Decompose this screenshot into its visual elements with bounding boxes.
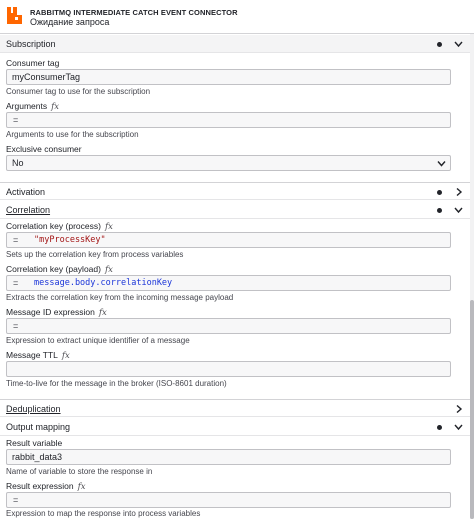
group-title: Subscription — [6, 39, 56, 49]
group-title: Output mapping — [6, 422, 71, 432]
scrollbar-thumb[interactable] — [470, 300, 474, 519]
chevron-down-icon — [437, 161, 446, 167]
chevron-down-icon[interactable] — [454, 206, 463, 214]
consumer-tag-label: Consumer tag — [6, 58, 60, 68]
exclusive-consumer-value: No — [12, 158, 24, 168]
group-title: Activation — [6, 187, 46, 197]
group-correlation-header[interactable]: Correlation — [0, 201, 470, 219]
chevron-down-icon[interactable] — [454, 423, 463, 431]
correlation-key-process-value: "myProcessKey" — [34, 235, 106, 245]
element-type: RABBITMQ INTERMEDIATE CATCH EVENT CONNEC… — [30, 8, 238, 17]
result-expression-input[interactable]: = — [6, 492, 451, 508]
consumer-tag-input[interactable]: myConsumerTag — [6, 69, 451, 85]
message-id-label: Message ID expression fx — [6, 307, 107, 318]
result-expression-label-text: Result expression — [6, 481, 74, 491]
fx-icon[interactable]: fx — [105, 222, 113, 232]
correlation-key-payload-input[interactable]: = message.body.correlationKey — [6, 275, 451, 291]
chevron-down-icon[interactable] — [454, 40, 463, 48]
correlation-key-process-input[interactable]: = "myProcessKey" — [6, 232, 451, 248]
exclusive-consumer-label: Exclusive consumer — [6, 144, 82, 154]
feel-equals-sign: = — [13, 278, 19, 288]
correlation-key-process-label: Correlation key (process) fx — [6, 221, 113, 232]
correlation-key-payload-description: Extracts the correlation key from the in… — [6, 293, 234, 302]
data-indicator-dot — [437, 208, 442, 213]
group-deduplication-header[interactable]: Deduplication — [0, 399, 470, 417]
correlation-key-payload-value: message.body.correlationKey — [34, 278, 173, 288]
message-id-label-text: Message ID expression — [6, 307, 95, 317]
fx-icon[interactable]: fx — [99, 308, 107, 318]
chevron-right-icon[interactable] — [454, 188, 463, 196]
correlation-key-process-description: Sets up the correlation key from process… — [6, 250, 184, 259]
arguments-description: Arguments to use for the subscription — [6, 130, 139, 139]
result-expression-label: Result expression fx — [6, 481, 86, 492]
message-ttl-label: Message TTL fx — [6, 350, 70, 361]
properties-header: RABBITMQ INTERMEDIATE CATCH EVENT CONNEC… — [0, 0, 474, 34]
exclusive-consumer-select[interactable]: No — [6, 155, 451, 171]
fx-icon[interactable]: fx — [51, 102, 59, 112]
fx-icon[interactable]: fx — [62, 351, 70, 361]
data-indicator-dot — [437, 190, 442, 195]
feel-equals-sign: = — [13, 235, 19, 245]
data-indicator-dot — [437, 42, 442, 47]
feel-equals-sign: = — [13, 115, 19, 125]
result-expression-description: Expression to map the response into proc… — [6, 509, 201, 518]
fx-icon[interactable]: fx — [105, 265, 113, 275]
rabbitmq-logo-icon — [7, 7, 22, 24]
group-title: Deduplication — [6, 404, 61, 414]
result-variable-input[interactable]: rabbit_data3 — [6, 449, 451, 465]
message-id-input[interactable]: = — [6, 318, 451, 334]
message-ttl-input[interactable] — [6, 361, 451, 377]
result-variable-value: rabbit_data3 — [12, 452, 63, 462]
result-variable-description: Name of variable to store the response i… — [6, 467, 153, 476]
feel-equals-sign: = — [13, 495, 19, 505]
consumer-tag-description: Consumer tag to use for the subscription — [6, 87, 151, 96]
correlation-key-payload-label: Correlation key (payload) fx — [6, 264, 113, 275]
feel-equals-sign: = — [13, 321, 19, 331]
message-ttl-description: Time-to-live for the message in the brok… — [6, 379, 227, 388]
arguments-input[interactable]: = — [6, 112, 451, 128]
group-subscription-header[interactable]: Subscription — [0, 35, 470, 53]
element-name: Ожидание запроса — [30, 17, 110, 27]
correlation-key-process-label-text: Correlation key (process) — [6, 221, 101, 231]
chevron-right-icon[interactable] — [454, 405, 463, 413]
group-title: Correlation — [6, 205, 51, 215]
data-indicator-dot — [437, 425, 442, 430]
arguments-label: Arguments fx — [6, 101, 59, 112]
consumer-tag-value: myConsumerTag — [12, 72, 81, 82]
message-id-description: Expression to extract unique identifier … — [6, 336, 190, 345]
group-output-mapping-header[interactable]: Output mapping — [0, 418, 470, 436]
result-variable-label: Result variable — [6, 438, 63, 448]
message-ttl-label-text: Message TTL — [6, 350, 58, 360]
group-activation-header[interactable]: Activation — [0, 182, 470, 200]
correlation-key-payload-label-text: Correlation key (payload) — [6, 264, 101, 274]
arguments-label-text: Arguments — [6, 101, 48, 111]
fx-icon[interactable]: fx — [78, 482, 86, 492]
